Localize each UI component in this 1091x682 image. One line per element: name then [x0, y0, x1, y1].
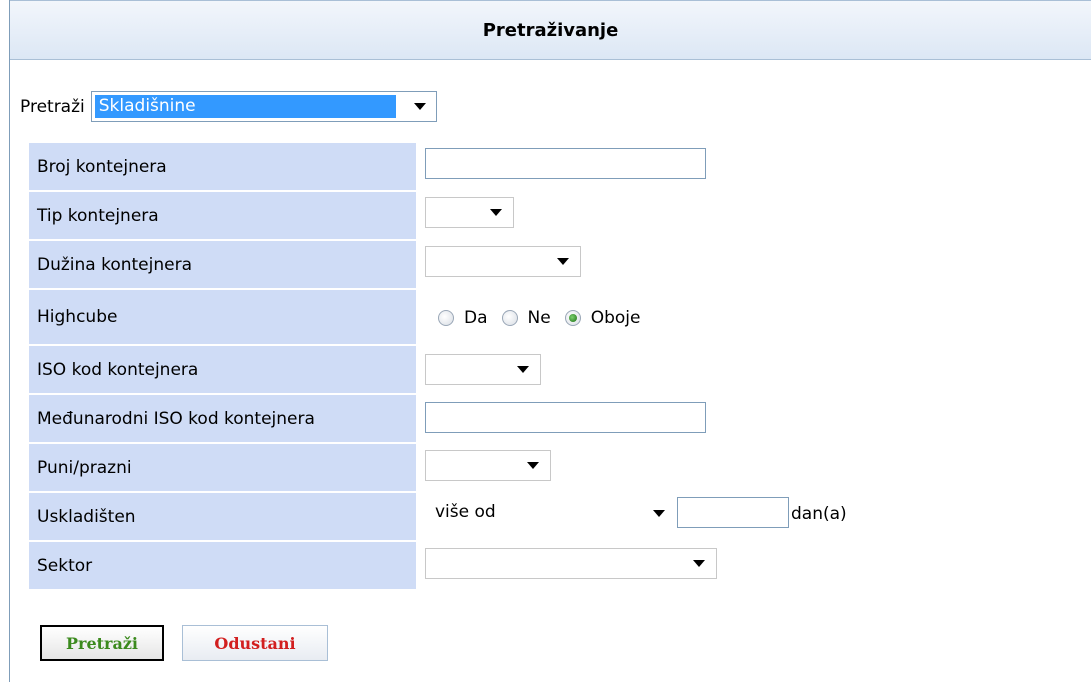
search-type-row: Pretraži Skladišnine: [20, 91, 437, 122]
highcube-radio-da[interactable]: [438, 310, 454, 326]
page-title: Pretraživanje: [482, 19, 619, 41]
form-row-container-type: Tip kontejnera: [29, 192, 729, 239]
full-empty-select[interactable]: [425, 450, 551, 481]
stored-days-input[interactable]: [677, 497, 789, 528]
stored-label: Uskladišten: [29, 493, 416, 540]
highcube-radio-group: Da Ne Oboje: [438, 308, 654, 328]
intl-iso-code-input[interactable]: [425, 402, 706, 433]
highcube-radio-ne[interactable]: [501, 310, 518, 326]
panel-header: Pretraživanje: [10, 0, 1091, 60]
chevron-down-icon: [517, 366, 529, 373]
form-row-iso-code: ISO kod kontejnera: [29, 346, 729, 393]
container-length-select[interactable]: [425, 246, 581, 277]
highcube-label: Highcube: [29, 290, 416, 344]
search-type-label: Pretraži: [20, 96, 85, 117]
container-length-label: Dužina kontejnera: [29, 241, 416, 288]
iso-code-label: ISO kod kontejnera: [29, 346, 416, 393]
chevron-down-icon: [693, 560, 705, 567]
form-row-highcube: Highcube Da Ne Oboje: [29, 290, 729, 344]
container-type-select[interactable]: [425, 197, 514, 228]
highcube-label-ne: Ne: [527, 308, 551, 328]
chevron-down-icon: [527, 462, 539, 469]
form-row-intl-iso-code: Međunarodni ISO kod kontejnera: [29, 395, 729, 442]
stored-operator-value: više od: [435, 502, 496, 522]
full-empty-label: Puni/prazni: [29, 444, 416, 491]
search-type-selected: Skladišnine: [94, 95, 396, 118]
chevron-down-icon: [557, 258, 569, 265]
intl-iso-code-label: Međunarodni ISO kod kontejnera: [29, 395, 416, 442]
form-row-sector: Sektor: [29, 542, 729, 589]
chevron-down-icon: [413, 103, 426, 110]
sector-select[interactable]: [425, 548, 717, 579]
search-button[interactable]: Pretraži: [40, 625, 164, 661]
highcube-label-oboje: Oboje: [590, 308, 641, 328]
container-number-label: Broj kontejnera: [29, 143, 416, 190]
chevron-down-icon: [653, 510, 665, 517]
highcube-label-da: Da: [464, 308, 488, 328]
stored-operator-select[interactable]: više od: [425, 498, 675, 529]
sector-label: Sektor: [29, 542, 416, 589]
chevron-down-icon: [490, 209, 502, 216]
container-number-input[interactable]: [425, 148, 706, 179]
cancel-button[interactable]: Odustani: [182, 625, 328, 661]
stored-days-unit: dan(a): [791, 504, 847, 524]
panel-left-border: [9, 0, 10, 682]
search-type-select[interactable]: Skladišnine: [90, 91, 437, 122]
form-row-container-length: Dužina kontejnera: [29, 241, 729, 288]
form-row-stored: Uskladišten više od dan(a): [29, 493, 847, 540]
container-type-label: Tip kontejnera: [29, 192, 416, 239]
form-row-full-empty: Puni/prazni: [29, 444, 729, 491]
form-row-container-number: Broj kontejnera: [29, 143, 729, 190]
iso-code-select[interactable]: [425, 354, 541, 385]
highcube-radio-oboje[interactable]: [564, 310, 581, 326]
